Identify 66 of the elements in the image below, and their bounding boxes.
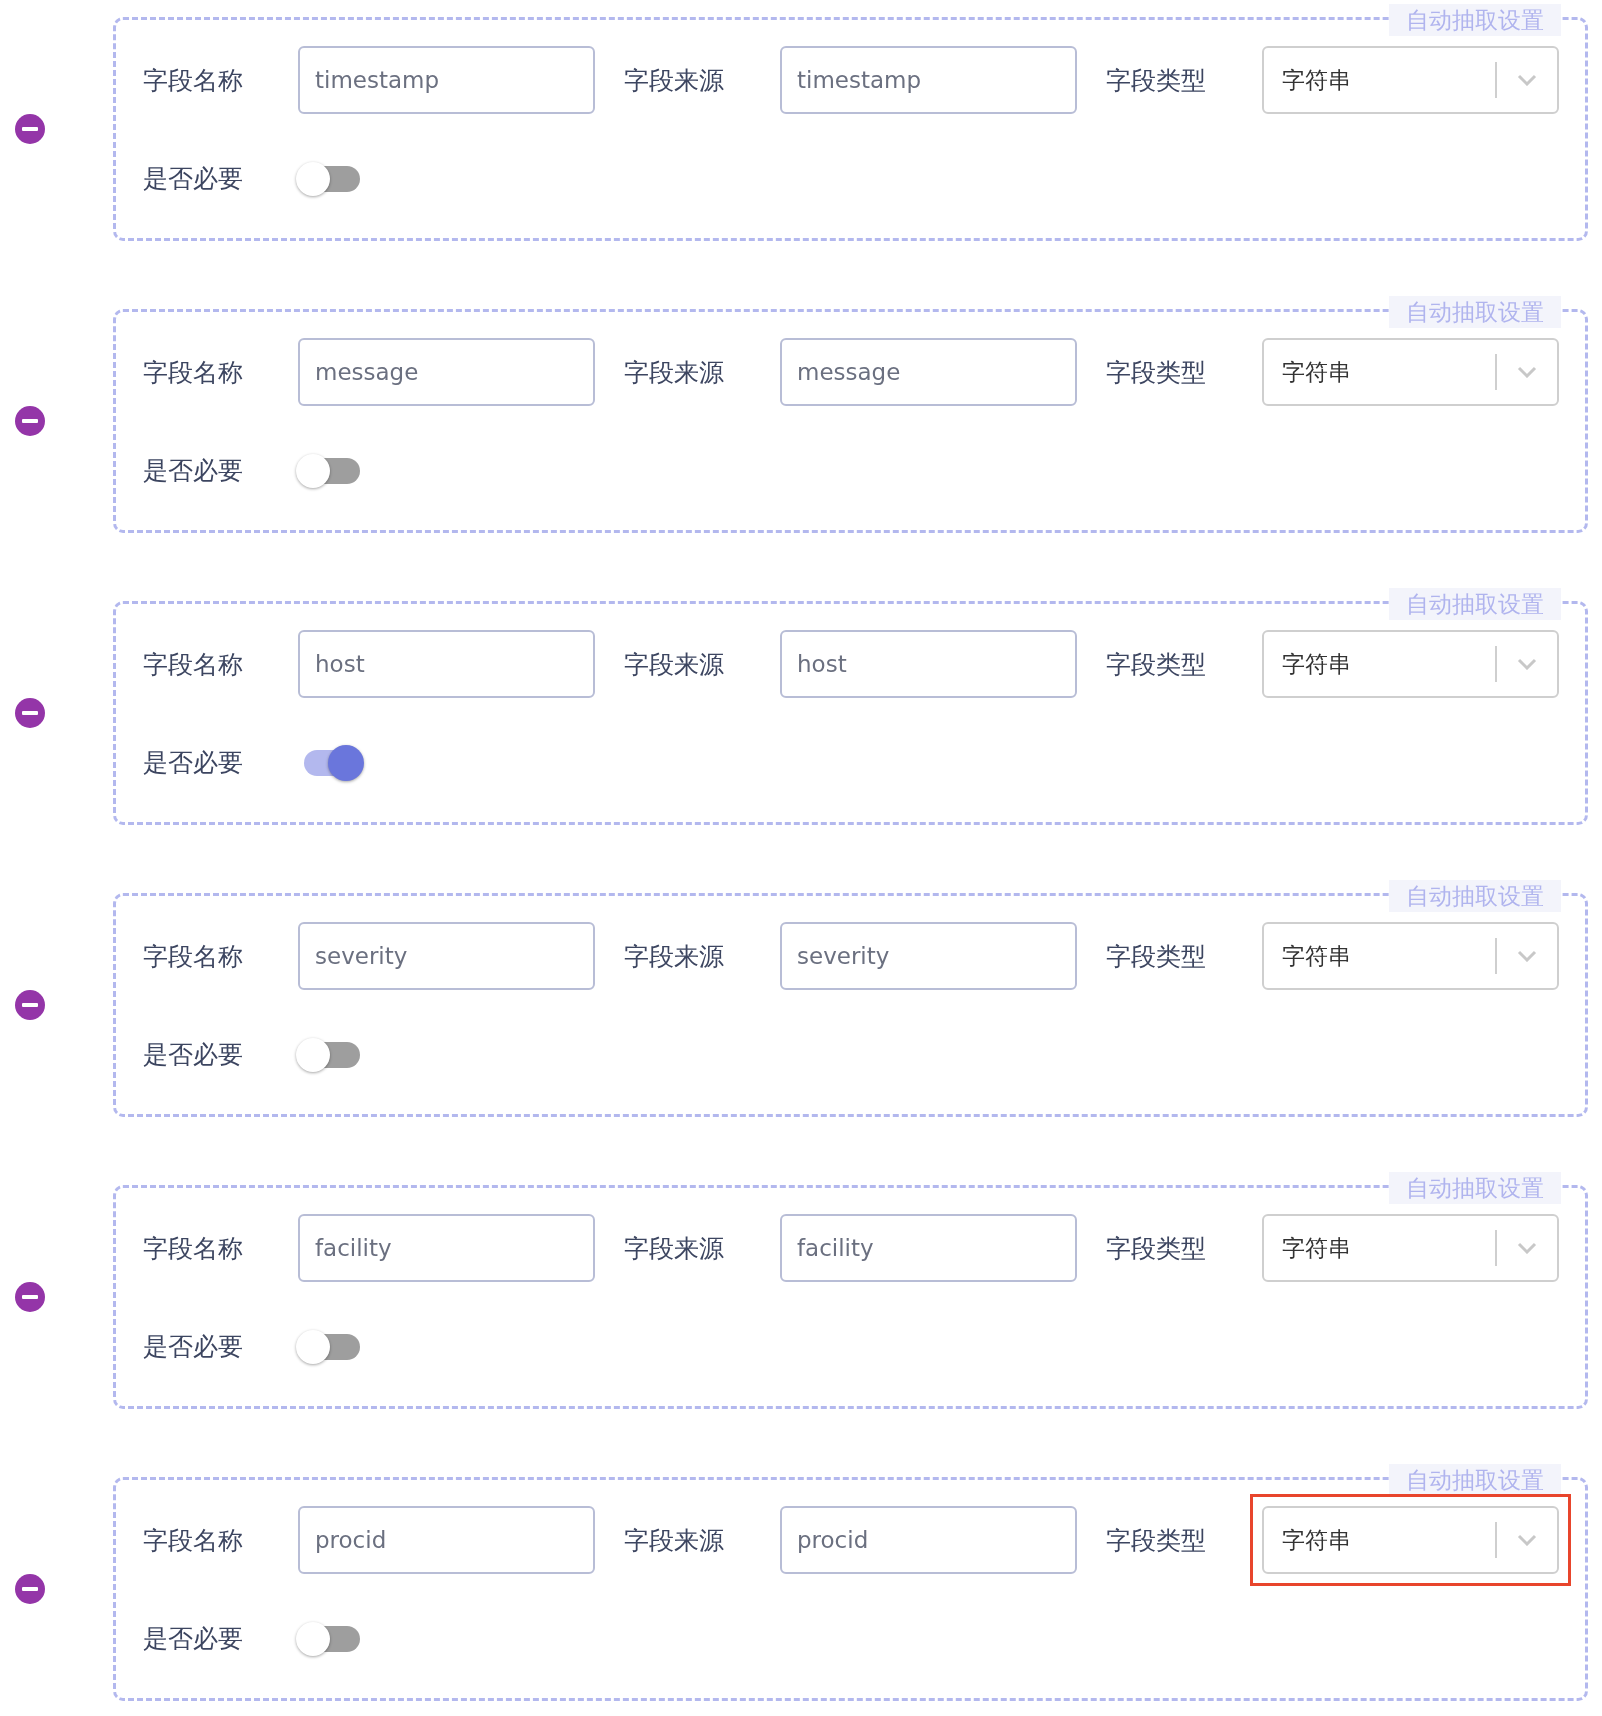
- input-field[interactable]: timestamp: [780, 46, 1077, 114]
- field-label: 是否必要: [143, 1622, 243, 1655]
- field-label: 字段类型: [1106, 648, 1206, 681]
- chevron-down-icon: [1517, 658, 1537, 670]
- field-label: 字段名称: [143, 64, 243, 97]
- type-select[interactable]: 字符串: [1262, 46, 1559, 114]
- remove-button[interactable]: [15, 698, 45, 728]
- field-label: 是否必要: [143, 746, 243, 779]
- minus-icon: [22, 1587, 38, 1591]
- card-legend: 自动抽取设置: [1389, 296, 1561, 328]
- card-legend: 自动抽取设置: [1389, 880, 1561, 912]
- input-field[interactable]: procid: [298, 1506, 595, 1574]
- field-label: 字段来源: [624, 356, 724, 389]
- field-label: 是否必要: [143, 1038, 243, 1071]
- chevron-down-icon: [1517, 74, 1537, 86]
- input-field[interactable]: facility: [780, 1214, 1077, 1282]
- input-field[interactable]: timestamp: [298, 46, 595, 114]
- field-label: 字段名称: [143, 1524, 243, 1557]
- field-label: 字段类型: [1106, 940, 1206, 973]
- card-legend: 自动抽取设置: [1389, 1172, 1561, 1204]
- field-label: 字段来源: [624, 1524, 724, 1557]
- type-select[interactable]: 字符串: [1262, 338, 1559, 406]
- minus-icon: [22, 711, 38, 715]
- chevron-down-icon: [1517, 366, 1537, 378]
- chevron-down-icon: [1517, 950, 1537, 962]
- card-legend: 自动抽取设置: [1389, 4, 1561, 36]
- input-field[interactable]: facility: [298, 1214, 595, 1282]
- input-field[interactable]: host: [298, 630, 595, 698]
- minus-icon: [22, 419, 38, 423]
- field-label: 字段来源: [624, 648, 724, 681]
- input-field[interactable]: procid: [780, 1506, 1077, 1574]
- chevron-down-icon: [1517, 1242, 1537, 1254]
- input-field[interactable]: severity: [298, 922, 595, 990]
- remove-button[interactable]: [15, 1574, 45, 1604]
- card-legend: 自动抽取设置: [1389, 588, 1561, 620]
- field-label: 字段名称: [143, 940, 243, 973]
- field-label: 字段来源: [624, 1232, 724, 1265]
- type-select[interactable]: 字符串: [1262, 922, 1559, 990]
- minus-icon: [22, 1295, 38, 1299]
- field-label: 字段类型: [1106, 356, 1206, 389]
- field-label: 是否必要: [143, 454, 243, 487]
- input-field[interactable]: message: [298, 338, 595, 406]
- input-field[interactable]: host: [780, 630, 1077, 698]
- remove-button[interactable]: [15, 1282, 45, 1312]
- field-label: 字段类型: [1106, 1524, 1206, 1557]
- field-label: 字段来源: [624, 64, 724, 97]
- chevron-down-icon: [1517, 1534, 1537, 1546]
- card-legend: 自动抽取设置: [1389, 1464, 1561, 1496]
- field-label: 字段名称: [143, 356, 243, 389]
- minus-icon: [22, 127, 38, 131]
- field-label: 字段类型: [1106, 1232, 1206, 1265]
- type-select[interactable]: 字符串: [1262, 1214, 1559, 1282]
- type-select[interactable]: 字符串: [1262, 1506, 1559, 1574]
- field-label: 字段来源: [624, 940, 724, 973]
- field-label: 字段类型: [1106, 64, 1206, 97]
- input-field[interactable]: message: [780, 338, 1077, 406]
- minus-icon: [22, 1003, 38, 1007]
- remove-button[interactable]: [15, 990, 45, 1020]
- remove-button[interactable]: [15, 114, 45, 144]
- field-label: 字段名称: [143, 1232, 243, 1265]
- field-label: 字段名称: [143, 648, 243, 681]
- field-label: 是否必要: [143, 162, 243, 195]
- remove-button[interactable]: [15, 406, 45, 436]
- field-label: 是否必要: [143, 1330, 243, 1363]
- input-field[interactable]: severity: [780, 922, 1077, 990]
- type-select[interactable]: 字符串: [1262, 630, 1559, 698]
